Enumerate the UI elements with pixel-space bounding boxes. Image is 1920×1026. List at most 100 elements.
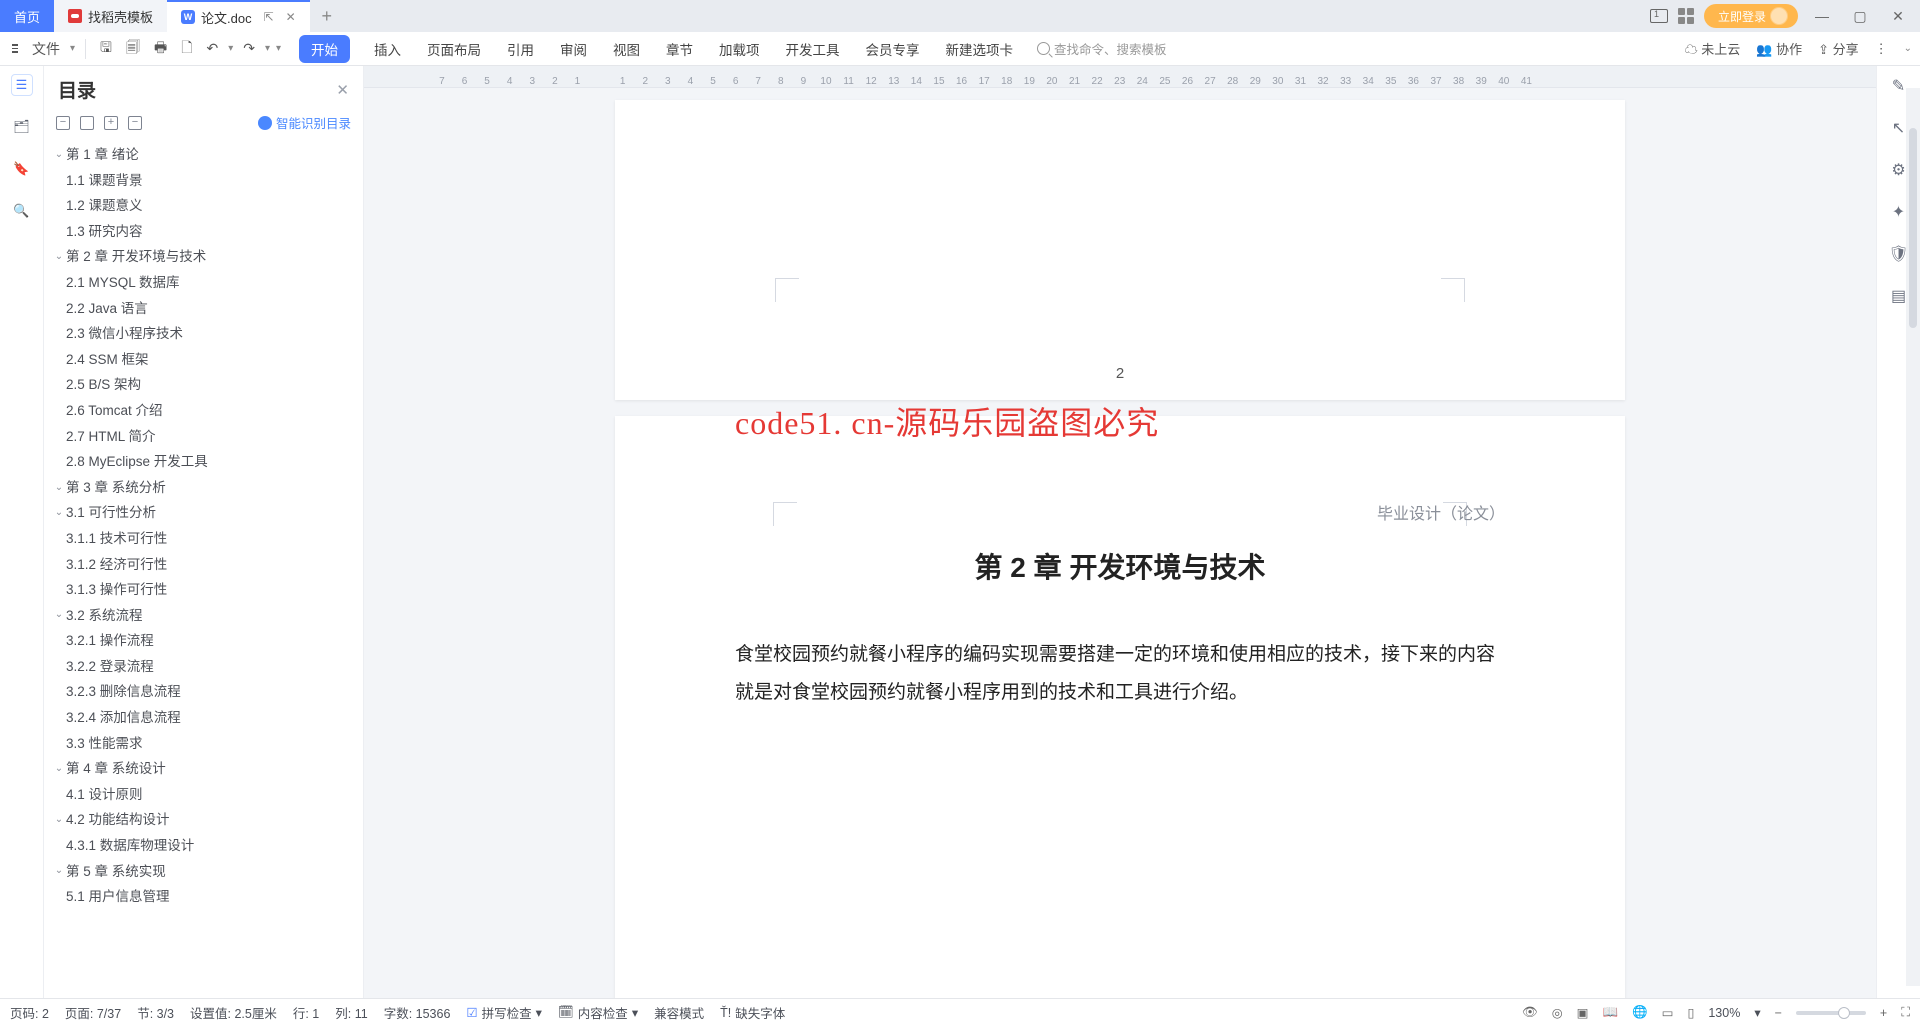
toc-increase-icon[interactable] — [104, 116, 118, 130]
command-search[interactable]: 查找命令、搜索模板 — [1037, 39, 1167, 58]
ribbon-tab-9[interactable]: 会员专享 — [864, 35, 922, 63]
toc-item[interactable]: ⌄第 4 章 系统设计 — [52, 756, 359, 782]
toc-item[interactable]: 2.1 MYSQL 数据库 — [52, 270, 359, 296]
toc-item[interactable]: ⌄第 2 章 开发环境与技术 — [52, 244, 359, 270]
toc-item[interactable]: 3.1.2 经济可行性 — [52, 552, 359, 578]
toc-item[interactable]: 3.2.3 删除信息流程 — [52, 679, 359, 705]
tab-home[interactable]: 首页 — [0, 0, 54, 32]
page-current[interactable]: code51. cn-源码乐园盗图必究 毕业设计（论文） 第 2 章 开发环境与… — [615, 416, 1625, 998]
clipboard-rail-icon[interactable]: 🗂 — [11, 116, 33, 138]
status-page-code[interactable]: 页码: 2 — [10, 1003, 49, 1022]
status-page[interactable]: 页面: 7/37 — [65, 1003, 121, 1022]
status-row[interactable]: 行: 1 — [293, 1003, 319, 1022]
editor-scroll[interactable]: 7654321123456789101112131415161718192021… — [364, 66, 1876, 998]
toc-item[interactable]: 3.1.1 技术可行性 — [52, 526, 359, 552]
status-contentcheck[interactable]: 🗓 内容检查 ▾ — [558, 1003, 638, 1022]
toc-close-icon[interactable]: ✕ — [336, 81, 349, 99]
add-tab-button[interactable]: + — [310, 0, 344, 32]
toc-item[interactable]: ⌄第 5 章 系统实现 — [52, 859, 359, 885]
toc-item[interactable]: 2.4 SSM 框架 — [52, 347, 359, 373]
tab-templates[interactable]: 找稻壳模板 — [54, 0, 167, 32]
redo-icon[interactable]: ↷ — [239, 38, 259, 59]
zoom-prev-icon[interactable]: ▯ — [1687, 1005, 1694, 1020]
ribbon-tab-7[interactable]: 加载项 — [717, 35, 762, 63]
toc-item[interactable]: 2.2 Java 语言 — [52, 296, 359, 322]
more-qat-icon[interactable]: ▾ — [276, 43, 281, 54]
toc-item[interactable]: ⌄第 1 章 绪论 — [52, 142, 359, 168]
toc-item[interactable]: ⌄第 3 章 系统分析 — [52, 475, 359, 501]
status-col[interactable]: 列: 11 — [335, 1003, 367, 1022]
toc-decrease-icon[interactable] — [128, 116, 142, 130]
toc-item[interactable]: ⌄3.1 可行性分析 — [52, 500, 359, 526]
toc-item[interactable]: 2.5 B/S 架构 — [52, 372, 359, 398]
toc-item[interactable]: 3.2.4 添加信息流程 — [52, 705, 359, 731]
kebab-icon[interactable]: ⋮ — [1875, 41, 1888, 57]
toc-item[interactable]: 1.3 研究内容 — [52, 219, 359, 245]
maximize-icon[interactable]: ▢ — [1846, 8, 1874, 25]
ribbon-tab-0[interactable]: 开始 — [299, 35, 350, 63]
select-rail-icon[interactable]: ↖ — [1892, 118, 1905, 138]
save-icon[interactable]: 🖫 — [96, 35, 116, 63]
toc-item[interactable]: 3.3 性能需求 — [52, 731, 359, 757]
share-button[interactable]: ⇪ 分享 — [1818, 39, 1859, 58]
outline-rail-icon[interactable]: ☰ — [11, 74, 33, 96]
status-setvalue[interactable]: 设置值: 2.5厘米 — [190, 1003, 277, 1022]
layout-rail-icon[interactable]: ▤ — [1891, 286, 1906, 306]
zoom-in-icon[interactable]: + — [1880, 1006, 1887, 1020]
undo-icon[interactable]: ↶ — [202, 38, 222, 59]
close-icon[interactable]: ✕ — [286, 10, 296, 24]
toc-item[interactable]: 3.2.1 操作流程 — [52, 628, 359, 654]
minimize-icon[interactable]: — — [1808, 8, 1836, 24]
fullscreen-icon[interactable]: ⛶ — [1901, 1005, 1910, 1020]
toc-item[interactable]: ⌄4.2 功能结构设计 — [52, 807, 359, 833]
toc-item[interactable]: 1.2 课题意义 — [52, 193, 359, 219]
ribbon-tab-6[interactable]: 章节 — [664, 35, 695, 63]
status-missing-font[interactable]: Ť! 缺失字体 — [720, 1003, 785, 1022]
status-eye-icon[interactable]: 👁 — [1522, 1005, 1538, 1020]
status-spellcheck[interactable]: ☑拼写检查 ▾ — [466, 1003, 542, 1022]
save-as-icon[interactable]: 🗐 — [122, 35, 144, 63]
horizontal-ruler[interactable]: 7654321123456789101112131415161718192021… — [364, 66, 1876, 88]
window-close-icon[interactable]: ✕ — [1884, 8, 1912, 25]
toc-item[interactable]: ⌄3.2 系统流程 — [52, 603, 359, 629]
status-words[interactable]: 字数: 15366 — [384, 1003, 451, 1022]
ribbon-tab-5[interactable]: 视图 — [611, 35, 642, 63]
toc-item[interactable]: 5.1 用户信息管理 — [52, 884, 359, 910]
status-focus-icon[interactable]: ◎ — [1552, 1005, 1563, 1020]
zoom-out-icon[interactable]: − — [1775, 1006, 1782, 1020]
search-rail-icon[interactable]: 🔍 — [11, 200, 33, 222]
ribbon-tab-3[interactable]: 引用 — [505, 35, 536, 63]
collab-button[interactable]: 👥 协作 — [1756, 39, 1802, 58]
toc-expand-all-icon[interactable] — [80, 116, 94, 130]
toc-item[interactable]: 2.6 Tomcat 介绍 — [52, 398, 359, 424]
toc-item[interactable]: 2.7 HTML 简介 — [52, 424, 359, 450]
ribbon-tab-10[interactable]: 新建选项卡 — [944, 35, 1016, 63]
login-button[interactable]: 立即登录 — [1704, 4, 1798, 28]
smart-toc-button[interactable]: 智能识别目录 — [258, 113, 351, 132]
preview-icon[interactable]: 🗋 — [177, 35, 196, 63]
toc-item[interactable]: 4.1 设计原则 — [52, 782, 359, 808]
status-compat[interactable]: 兼容模式 — [654, 1003, 704, 1022]
ribbon-tab-8[interactable]: 开发工具 — [784, 35, 842, 63]
view-read-icon[interactable]: 📖 — [1602, 1005, 1618, 1020]
cloud-status[interactable]: ☁ 未上云 — [1685, 39, 1741, 58]
toc-item[interactable]: 2.8 MyEclipse 开发工具 — [52, 449, 359, 475]
bookmark-rail-icon[interactable]: 🔖 — [11, 158, 33, 180]
zoom-value[interactable]: 130% — [1708, 1006, 1740, 1020]
vertical-scrollbar[interactable] — [1906, 88, 1920, 986]
toc-item[interactable]: 1.1 课题背景 — [52, 168, 359, 194]
view-web-icon[interactable]: 🌐 — [1632, 1005, 1648, 1020]
status-section[interactable]: 节: 3/3 — [137, 1003, 174, 1022]
zoom-slider[interactable] — [1796, 1011, 1866, 1015]
collapse-ribbon-icon[interactable]: ⌄ — [1904, 43, 1912, 54]
settings-rail-icon[interactable]: ⚙ — [1891, 160, 1905, 180]
ribbon-tab-1[interactable]: 插入 — [372, 35, 403, 63]
tab-document[interactable]: W论文.doc⇱✕ — [167, 0, 310, 32]
toc-item[interactable]: 2.3 微信小程序技术 — [52, 321, 359, 347]
page-prev[interactable]: 2 — [615, 100, 1625, 400]
edit-rail-icon[interactable]: ✎ — [1892, 76, 1905, 96]
view-outline-icon[interactable]: ▭ — [1662, 1005, 1674, 1020]
popout-icon[interactable]: ⇱ — [264, 10, 274, 24]
hamburger-icon[interactable] — [8, 42, 22, 55]
print-icon[interactable]: 🖶 — [150, 35, 171, 63]
